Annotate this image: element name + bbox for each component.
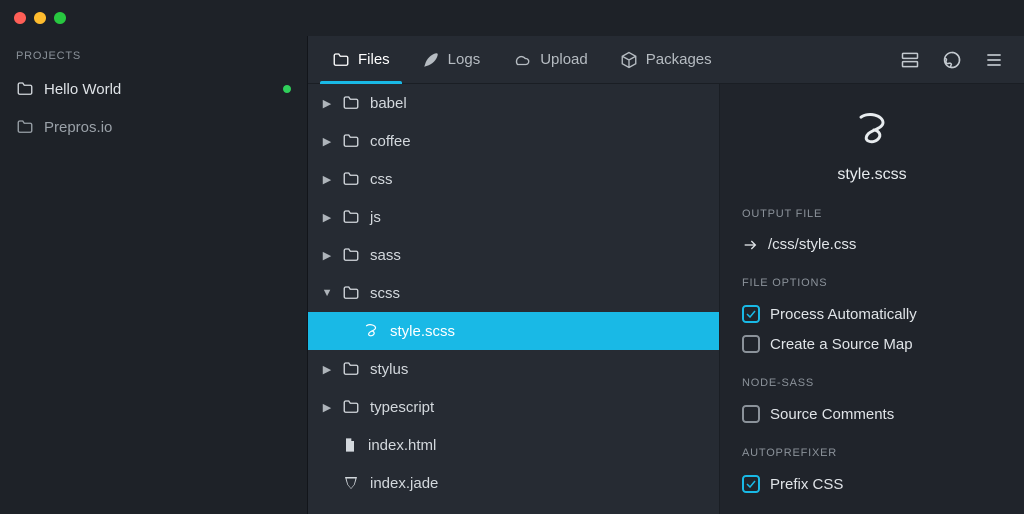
- tab-bar: Files Logs Upload: [308, 36, 1024, 84]
- layout-toggle-button[interactable]: [898, 48, 922, 72]
- sidebar-heading: PROJECTS: [0, 36, 307, 70]
- checkbox-icon: [742, 405, 760, 423]
- chevron-right-icon: ▶: [322, 363, 332, 376]
- tree-label: coffee: [370, 133, 411, 150]
- sass-icon: [362, 322, 380, 340]
- section-heading-node-sass: NODE-SASS: [742, 377, 1002, 389]
- folder-icon: [332, 51, 350, 69]
- menu-button[interactable]: [982, 48, 1006, 72]
- section-heading-output: OUTPUT FILE: [742, 208, 1002, 220]
- tree-label: scss: [370, 285, 400, 302]
- folder-icon: [342, 94, 360, 112]
- tab-logs[interactable]: Logs: [406, 36, 497, 83]
- details-filename: style.scss: [837, 166, 906, 184]
- sass-icon: [850, 108, 894, 152]
- tab-label: Logs: [448, 51, 481, 68]
- tab-label: Packages: [646, 51, 712, 68]
- project-label: Prepros.io: [44, 119, 112, 136]
- chevron-right-icon: ▶: [322, 173, 332, 186]
- chevron-down-icon: ▼: [322, 287, 332, 299]
- tree-label: index.jade: [370, 475, 438, 492]
- tab-upload[interactable]: Upload: [496, 36, 604, 83]
- project-item-prepros[interactable]: Prepros.io: [0, 108, 307, 146]
- tab-label: Upload: [540, 51, 588, 68]
- palette-button[interactable]: [940, 48, 964, 72]
- chevron-right-icon: ▶: [322, 97, 332, 110]
- output-file-row[interactable]: /css/style.css: [742, 230, 1002, 259]
- tab-label: Files: [358, 51, 390, 68]
- package-icon: [620, 51, 638, 69]
- tree-row-babel[interactable]: ▶ babel: [308, 84, 719, 122]
- chevron-right-icon: ▶: [322, 135, 332, 148]
- tree-label: sass: [370, 247, 401, 264]
- folder-icon: [342, 208, 360, 226]
- titlebar: [0, 0, 1024, 36]
- section-heading-file-options: FILE OPTIONS: [742, 277, 1002, 289]
- tree-label: babel: [370, 95, 407, 112]
- section-heading-autoprefixer: AUTOPREFIXER: [742, 447, 1002, 459]
- tree-row-js[interactable]: ▶ js: [308, 198, 719, 236]
- tree-row-coffee[interactable]: ▶ coffee: [308, 122, 719, 160]
- tree-label: stylus: [370, 361, 408, 378]
- feather-icon: [422, 51, 440, 69]
- jade-icon: [342, 474, 360, 492]
- checkbox-icon: [742, 475, 760, 493]
- project-label: Hello World: [44, 81, 121, 98]
- tree-label: css: [370, 171, 393, 188]
- option-process-automatically[interactable]: Process Automatically: [742, 299, 1002, 329]
- tree-row-css[interactable]: ▶ css: [308, 160, 719, 198]
- chevron-right-icon: ▶: [322, 211, 332, 224]
- option-prefix-css[interactable]: Prefix CSS: [742, 469, 1002, 499]
- projects-sidebar: PROJECTS Hello World Prepros.io: [0, 36, 308, 514]
- folder-icon: [342, 170, 360, 188]
- file-details-panel: style.scss OUTPUT FILE /css/style.css FI…: [720, 84, 1024, 514]
- option-source-map[interactable]: Create a Source Map: [742, 329, 1002, 359]
- tab-files[interactable]: Files: [316, 36, 406, 83]
- folder-icon: [342, 132, 360, 150]
- minimize-window-button[interactable]: [34, 12, 46, 24]
- option-label: Prefix CSS: [770, 476, 843, 493]
- tree-row-typescript[interactable]: ▶ typescript: [308, 388, 719, 426]
- tree-row-index-jade[interactable]: ▶index.jade: [308, 464, 719, 502]
- folder-icon: [342, 398, 360, 416]
- folder-icon: [342, 284, 360, 302]
- file-icon: [342, 436, 358, 454]
- chevron-right-icon: ▶: [322, 401, 332, 414]
- tab-packages[interactable]: Packages: [604, 36, 728, 83]
- checkbox-icon: [742, 335, 760, 353]
- tree-row-stylus[interactable]: ▶ stylus: [308, 350, 719, 388]
- status-dot-icon: [283, 85, 291, 93]
- file-tree: ▶babel▶coffee▶css▶js▶sass▼scss▶style.scs…: [308, 84, 720, 514]
- option-label: Create a Source Map: [770, 336, 913, 353]
- tree-row-style-scss[interactable]: ▶style.scss: [308, 312, 719, 350]
- arrow-right-icon: [742, 237, 758, 253]
- folder-icon: [342, 246, 360, 264]
- folder-icon: [342, 360, 360, 378]
- window-controls: [14, 12, 66, 24]
- option-label: Process Automatically: [770, 306, 917, 323]
- checkbox-icon: [742, 305, 760, 323]
- tree-label: js: [370, 209, 381, 226]
- tree-row-sass[interactable]: ▶ sass: [308, 236, 719, 274]
- project-item-hello-world[interactable]: Hello World: [0, 70, 307, 108]
- maximize-window-button[interactable]: [54, 12, 66, 24]
- tree-row-scss[interactable]: ▼ scss: [308, 274, 719, 312]
- tree-label: style.scss: [390, 323, 455, 340]
- option-source-comments[interactable]: Source Comments: [742, 399, 1002, 429]
- chevron-right-icon: ▶: [322, 249, 332, 262]
- tree-row-index-html[interactable]: ▶index.html: [308, 426, 719, 464]
- close-window-button[interactable]: [14, 12, 26, 24]
- cloud-icon: [512, 51, 532, 69]
- tree-label: index.html: [368, 437, 436, 454]
- folder-icon: [16, 80, 34, 98]
- output-path: /css/style.css: [768, 236, 856, 253]
- option-label: Source Comments: [770, 406, 894, 423]
- folder-icon: [16, 118, 34, 136]
- tree-label: typescript: [370, 399, 434, 416]
